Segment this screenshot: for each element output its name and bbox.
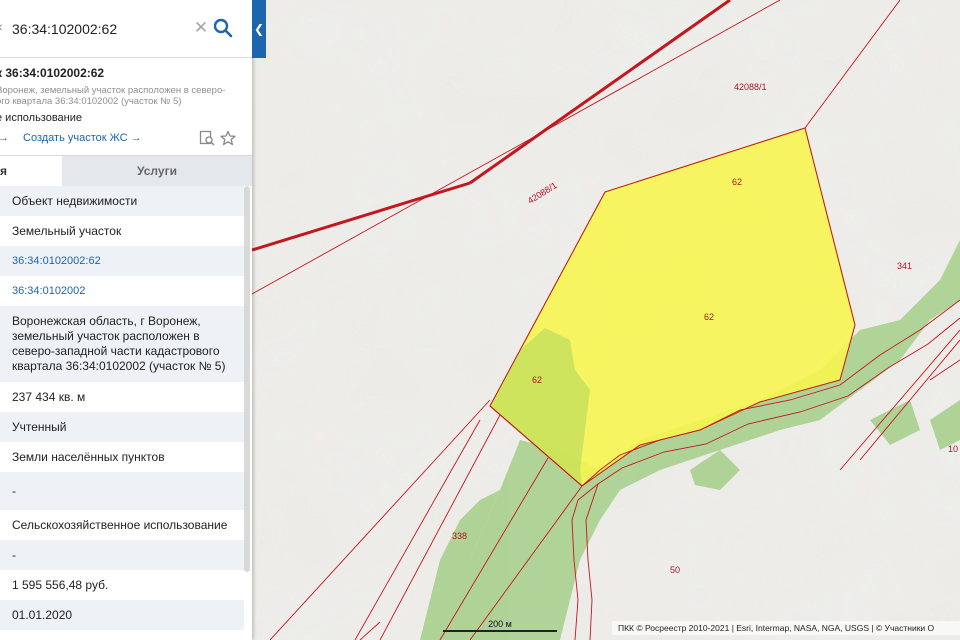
map-attribution: ПКК © Росреестр 2010-2021 | Esri, Interm…	[612, 621, 960, 635]
map-label-parcel: 62	[732, 177, 743, 187]
collapse-panel-button[interactable]: ❮	[252, 0, 266, 58]
scale-line	[443, 630, 557, 632]
map-label-parcel: 62	[704, 312, 715, 322]
search-bar: ‹ ✕	[0, 0, 252, 58]
info-panel: ‹ ✕ к 36:34:0102002:62 Воронеж, земельны…	[0, 0, 252, 640]
attr-row: -	[0, 540, 244, 570]
object-title: к 36:34:0102002:62	[0, 66, 105, 80]
object-header: к 36:34:0102002:62 Воронеж, земельный уч…	[0, 58, 252, 156]
create-plot-link[interactable]: Создать участок ЖС →	[23, 132, 142, 144]
attr-row-address: Воронежская область, г Воронеж, земельны…	[0, 306, 244, 382]
cadastral-quarter-link[interactable]: 36:34:0102002	[0, 276, 244, 306]
object-usage: е использование	[0, 112, 83, 124]
attr-row-cost: 1 595 556,48 руб.	[12, 577, 109, 592]
tab-services[interactable]: Услуги	[62, 156, 252, 186]
attr-row: Земельный участок	[12, 223, 122, 238]
map-label-road: 42088/1	[734, 82, 767, 92]
attr-row-category: Земли населённых пунктов	[12, 449, 165, 464]
attr-row-area: 237 434 кв. м	[12, 389, 86, 404]
object-link[interactable]: →	[0, 132, 9, 144]
map-label-parcel: 341	[897, 261, 913, 271]
chevron-icon[interactable]: ‹	[0, 18, 8, 38]
close-icon[interactable]: ✕	[192, 17, 210, 39]
search-icon	[213, 18, 233, 38]
print-icon[interactable]	[199, 130, 215, 146]
search-button[interactable]	[212, 16, 234, 40]
attr-row-date: 01.01.2020	[0, 600, 244, 630]
map-label-parcel: 10	[948, 444, 959, 454]
map-label-parcel: 50	[670, 565, 681, 575]
map-label-parcel: 62	[532, 375, 543, 385]
star-icon[interactable]	[220, 130, 236, 146]
chevron-left-icon: ❮	[253, 22, 265, 36]
scale-label: 200 м	[488, 619, 512, 629]
object-subtitle: Воронеж, земельный участок расположен в …	[0, 85, 226, 107]
scrollbar[interactable]	[244, 186, 250, 572]
attr-row: Объект недвижимости	[0, 186, 244, 216]
search-input[interactable]	[12, 18, 182, 40]
attr-row: -	[0, 472, 244, 510]
attr-row-status: Учтенный	[0, 412, 244, 442]
tab-bar: я Услуги	[0, 155, 252, 186]
scale-bar: 200 м	[443, 619, 557, 633]
cadastral-number-link[interactable]: 36:34:0102002:62	[0, 246, 244, 276]
tab-info[interactable]: я	[0, 156, 62, 186]
map-label-parcel: 338	[452, 531, 468, 541]
attr-row-usage: Сельскохозяйственное использование	[12, 517, 228, 532]
